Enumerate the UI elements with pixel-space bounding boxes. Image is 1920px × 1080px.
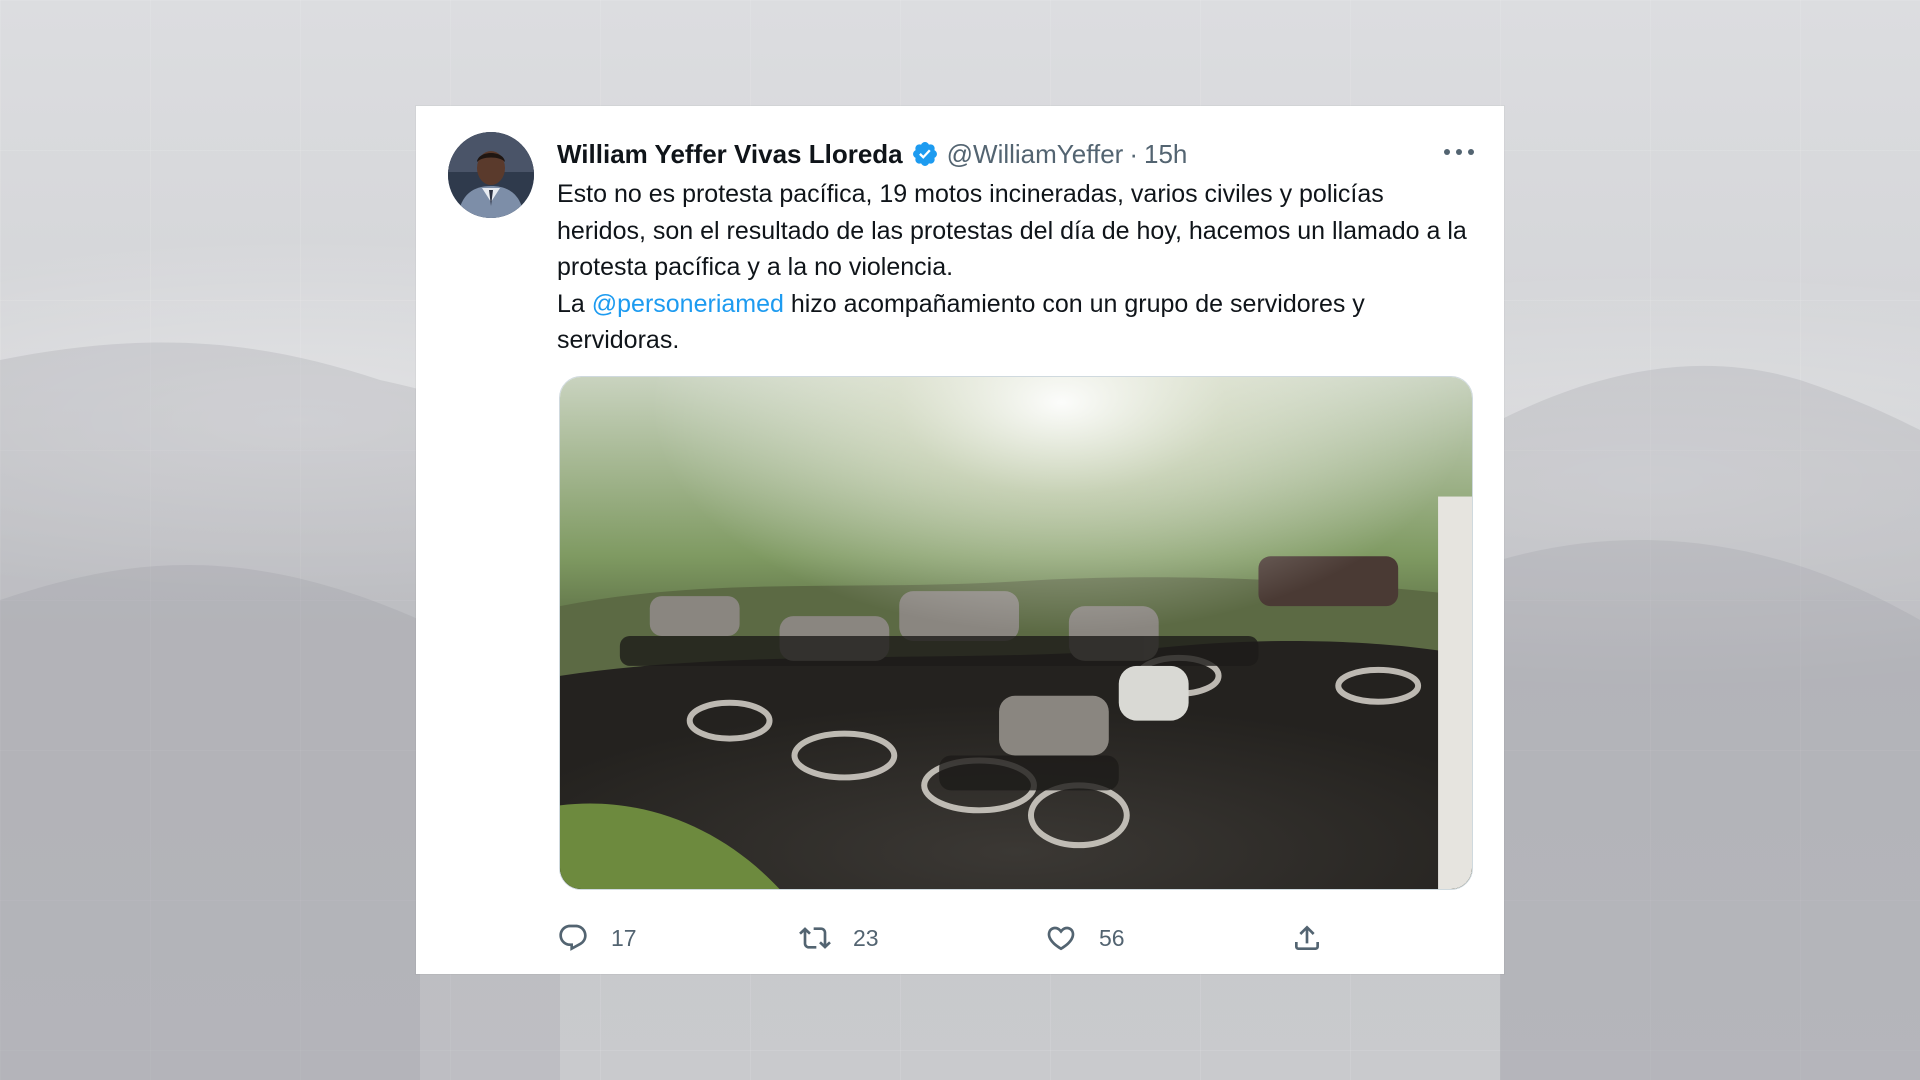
reply-count: 17 [611,924,637,951]
retweet-icon [799,927,831,949]
tweet-timestamp[interactable]: 15h [1144,139,1187,170]
user-handle[interactable]: @WilliamYeffer [947,139,1124,170]
tweet-card[interactable]: William Yeffer Vivas Lloreda @WilliamYef… [416,106,1504,974]
heart-icon [1047,926,1075,951]
display-name[interactable]: William Yeffer Vivas Lloreda [557,139,903,170]
tweet-text-paragraph-2: La @personeriamed hizo acompañamiento co… [557,286,1477,359]
tweet-photo[interactable] [559,376,1473,890]
reply-button[interactable]: 17 [557,914,637,962]
tweet-text: Esto no es protesta pacífica, 19 motos i… [557,176,1477,359]
separator-dot: · [1129,138,1138,169]
share-button[interactable] [1291,914,1323,962]
tweet-text-paragraph-1: Esto no es protesta pacífica, 19 motos i… [557,180,1467,281]
avatar[interactable] [448,132,534,218]
reply-icon [559,924,587,951]
like-button[interactable]: 56 [1045,914,1125,962]
retweet-button[interactable]: 23 [799,914,879,962]
verified-badge-icon [911,140,939,168]
more-options-icon[interactable] [1444,142,1474,162]
retweet-count: 23 [853,924,879,951]
like-count: 56 [1099,924,1125,951]
share-icon [1295,925,1319,950]
tweet-actions: 17 23 56 [557,914,1477,962]
text-prefix: La [557,289,592,318]
tweet-header: William Yeffer Vivas Lloreda @WilliamYef… [557,134,1187,174]
mention-link[interactable]: @personeriamed [592,290,784,318]
